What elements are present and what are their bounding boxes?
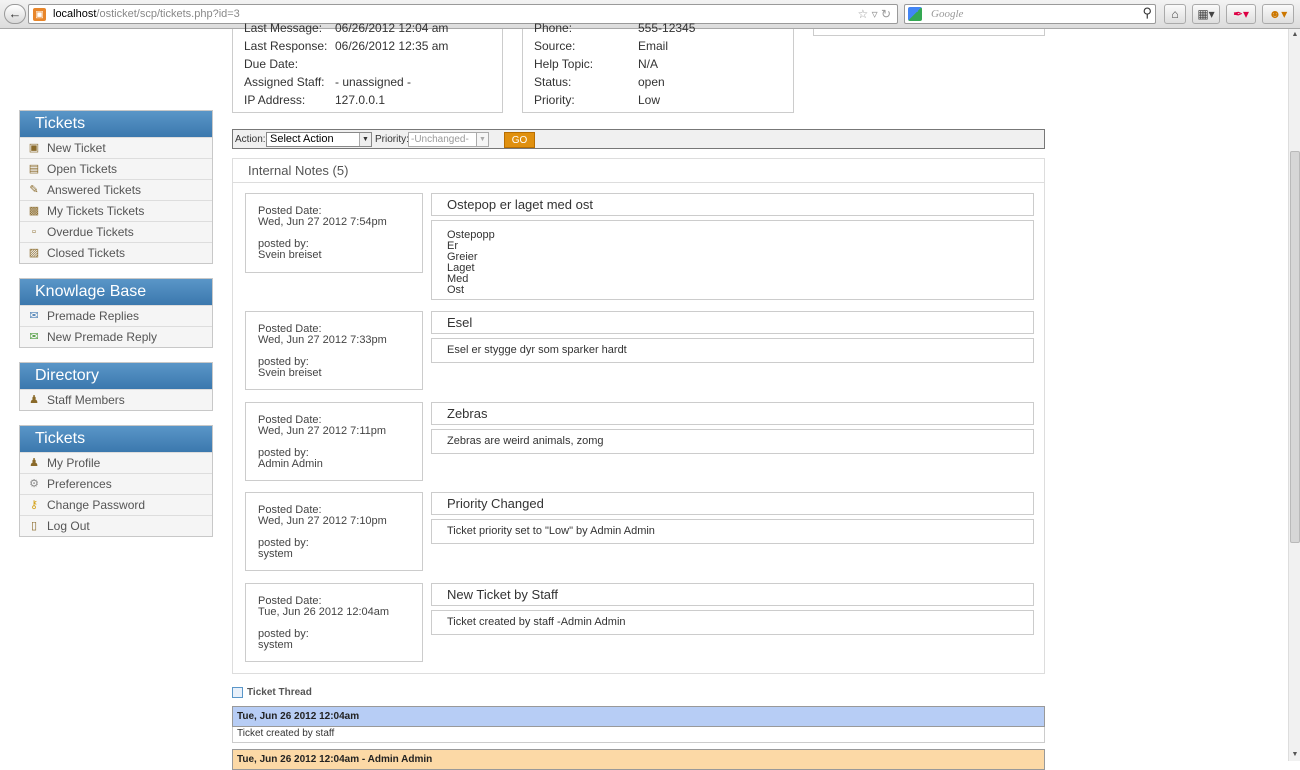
scroll-down-icon[interactable]: ▼ [1289,749,1300,761]
nav-group-knowledge-base: Knowlage Base ✉ Premade Replies ✉ New Prem… [19,278,213,348]
nav-group-title: Tickets [20,111,212,137]
logout-icon: ▯ [30,520,38,532]
note-meta: Posted Date: Wed, Jun 27 2012 7:54pm pos… [245,193,423,273]
note-meta: Posted Date: Tue, Jun 26 2012 12:04am po… [245,583,423,662]
scroll-up-icon[interactable]: ▲ [1289,29,1300,41]
site-favicon-icon: ▣ [33,8,46,21]
chevron-down-icon: ▼ [359,133,371,146]
overdue-tickets-icon: ▫ [32,226,36,238]
nav-group-directory: Directory ♟ Staff Members [19,362,213,411]
preferences-icon: ⚙ [29,478,39,490]
ticket-info-right: Phone: 555-12345 Source: Email Help Topic:… [522,21,794,113]
thread-icon [232,687,243,698]
note-author: Svein breiset [258,367,322,379]
nav-item-staff-members[interactable]: ♟ Staff Members [20,389,212,410]
address-bar[interactable]: ▣ localhost/osticket/scp/tickets.php?id=… [28,4,898,24]
note-title: New Ticket by Staff [431,583,1034,606]
note-title: Ostepop er laget med ost [431,193,1034,216]
note-title: Esel [431,311,1034,334]
nav-group-title: Directory [20,363,212,389]
nav-item-my-profile[interactable]: ♟ My Profile [20,452,212,473]
addon-icon[interactable]: ✒▾ [1226,4,1256,24]
reload-icon[interactable]: ↻ [881,7,891,21]
note-author: Admin Admin [258,458,323,470]
page-scrollbar[interactable]: ▲ ▼ [1288,29,1300,761]
ticket-info-left: Last Message: 06/26/2012 12:04 am Last Re… [232,21,503,113]
ticket-thread-title: Ticket Thread [232,687,312,698]
home-icon[interactable]: ⌂ [1164,4,1186,24]
key-icon: ⚷ [29,499,39,511]
note-date: Wed, Jun 27 2012 7:54pm [258,216,387,228]
open-tickets-icon: ▤ [28,163,40,175]
closed-tickets-icon: ▨ [28,247,40,259]
note-body: Esel er stygge dyr som sparker hardt [431,338,1034,363]
note-body: Zebras are weird animals, zomg [431,429,1034,454]
note-date: Wed, Jun 27 2012 7:11pm [258,425,387,437]
note-date: Wed, Jun 27 2012 7:10pm [258,515,387,527]
nav-group-title: Knowlage Base [20,279,212,305]
search-placeholder: Google [931,8,964,20]
ticket-action-bar: Action: Select Action ▼ Priority: -Uncha… [232,129,1045,149]
note-date: Tue, Jun 26 2012 12:04am [258,606,390,618]
new-ticket-icon: ▣ [28,142,40,154]
nav-group-tickets: Tickets ▣ New Ticket ▤ Open Tickets ✎ Answe… [19,110,213,264]
new-premade-reply-icon: ✉ [29,331,39,343]
search-box[interactable]: Google ⚲ [904,4,1156,24]
staff-members-icon: ♟ [29,394,39,406]
note-author: system [258,639,293,651]
action-label: Action: [235,134,266,145]
bookmarks-icon[interactable]: ▦▾ [1192,4,1220,24]
note-body: Ticket priority set to "Low" by Admin Ad… [431,519,1034,544]
note-date: Wed, Jun 27 2012 7:33pm [258,334,387,346]
priority-label: Priority: [375,134,409,145]
note-title: Zebras [431,402,1034,425]
note-author: system [258,548,293,560]
priority-select[interactable]: -Unchanged- ▼ [408,132,489,147]
go-button[interactable]: GO [504,132,535,148]
search-icon[interactable]: ⚲ [1142,5,1152,21]
note-body: Ostepopp Er Greier Laget Med Ost [431,220,1034,300]
nav-item-overdue-tickets[interactable]: ▫ Overdue Tickets [20,221,212,242]
scrollbar-thumb[interactable] [1290,151,1300,543]
back-button[interactable]: ← [4,4,26,24]
nav-item-preferences[interactable]: ⚙ Preferences [20,473,212,494]
ticket-info-extra [813,29,1045,36]
nav-group-title: Tickets [20,426,212,452]
thread-entry-header: Tue, Jun 26 2012 12:04am [232,706,1045,727]
sidebar: Tickets ▣ New Ticket ▤ Open Tickets ✎ Answe… [19,110,213,551]
nav-item-new-ticket[interactable]: ▣ New Ticket [20,137,212,158]
url-text: localhost/osticket/scp/tickets.php?id=3 [53,8,240,20]
profile-icon: ♟ [29,457,39,469]
note-author: Svein breiset [258,249,322,261]
nav-group-account: Tickets ♟ My Profile ⚙ Preferences ⚷ Change… [19,425,213,537]
note-meta: Posted Date: Wed, Jun 27 2012 7:10pm pos… [245,492,423,571]
nav-item-closed-tickets[interactable]: ▨ Closed Tickets [20,242,212,263]
nav-item-my-tickets[interactable]: ▩ My Tickets Tickets [20,200,212,221]
my-tickets-icon: ▩ [28,205,40,217]
internal-notes-header[interactable]: Internal Notes (5) [233,159,1044,183]
thread-entry-body: Ticket created by staff [232,727,1045,743]
chevron-down-icon: ▼ [476,133,488,146]
note-meta: Posted Date: Wed, Jun 27 2012 7:11pm pos… [245,402,423,481]
bookmark-star-icon[interactable]: ☆ ▿ ↻ [857,7,891,21]
action-select[interactable]: Select Action ▼ [266,132,372,147]
nav-item-answered-tickets[interactable]: ✎ Answered Tickets [20,179,212,200]
nav-item-new-premade-reply[interactable]: ✉ New Premade Reply [20,326,212,347]
thread-entry-header: Tue, Jun 26 2012 12:04am - Admin Admin [232,749,1045,770]
note-meta: Posted Date: Wed, Jun 27 2012 7:33pm pos… [245,311,423,390]
nav-item-open-tickets[interactable]: ▤ Open Tickets [20,158,212,179]
note-title: Priority Changed [431,492,1034,515]
premade-replies-icon: ✉ [29,310,39,322]
internal-notes-panel: Internal Notes (5) Posted Date: Wed, Jun… [232,158,1045,674]
answered-tickets-icon: ✎ [29,184,39,196]
nav-item-log-out[interactable]: ▯ Log Out [20,515,212,536]
nav-item-premade-replies[interactable]: ✉ Premade Replies [20,305,212,326]
firefox-menu-icon[interactable]: ☻▾ [1262,4,1294,24]
nav-item-change-password[interactable]: ⚷ Change Password [20,494,212,515]
google-icon [908,7,922,21]
note-body: Ticket created by staff -Admin Admin [431,610,1034,635]
